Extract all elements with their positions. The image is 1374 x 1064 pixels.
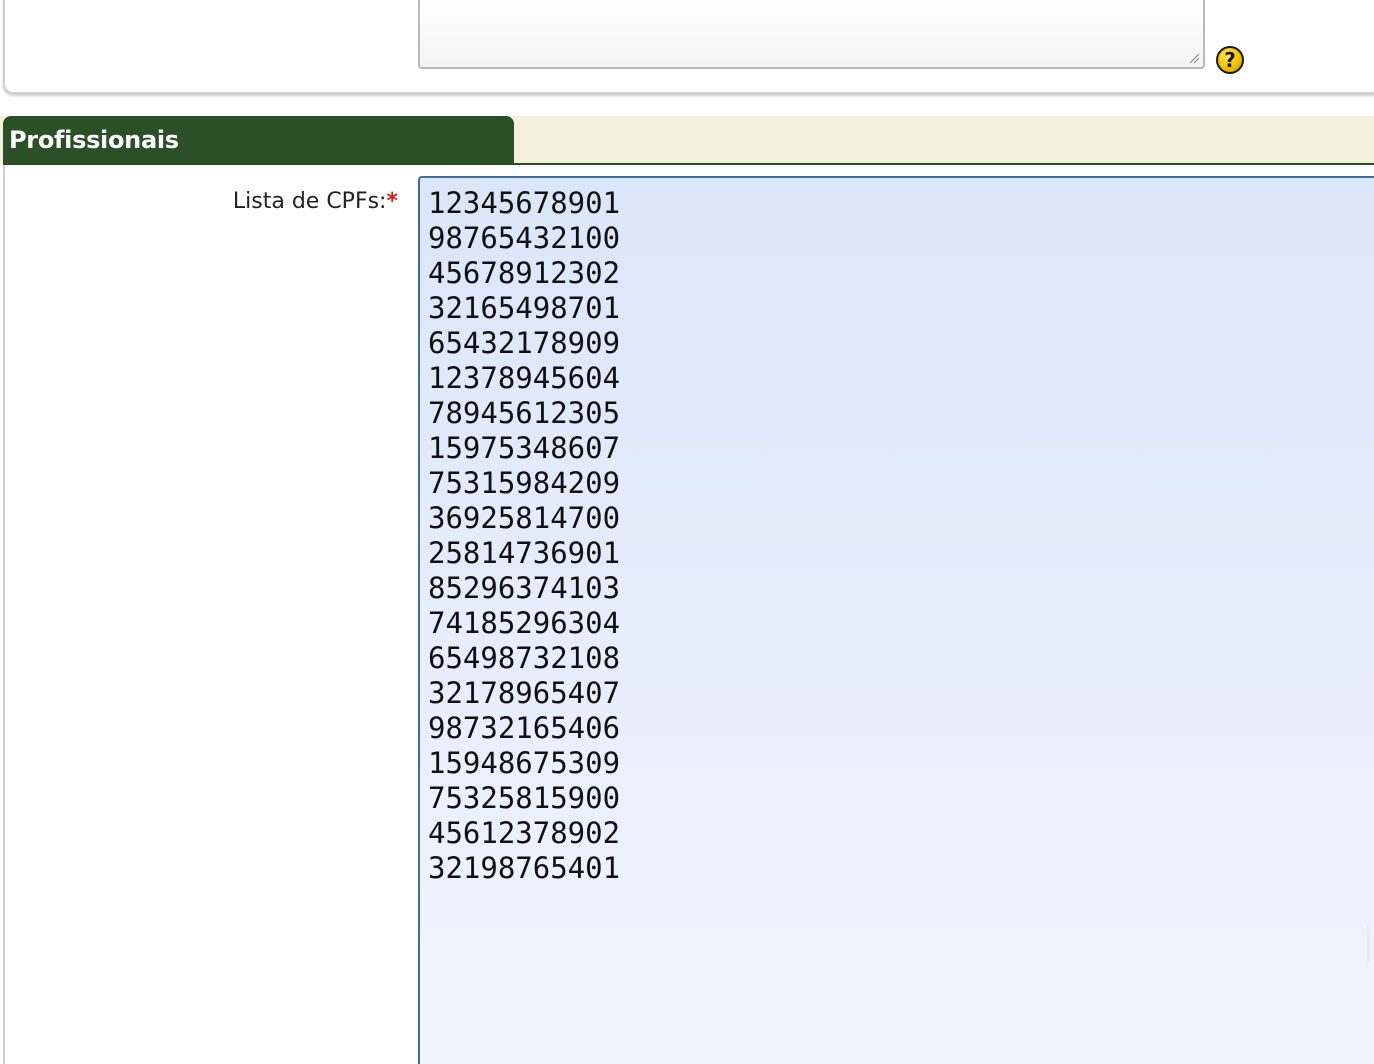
cpf-list-textarea[interactable] bbox=[418, 176, 1374, 1064]
cpf-list-label: Lista de CPFs:* bbox=[233, 187, 398, 217]
resize-grip-icon[interactable] bbox=[1188, 52, 1200, 64]
textarea-edge bbox=[1367, 924, 1370, 962]
required-marker: * bbox=[386, 189, 398, 214]
section-title: Profissionais bbox=[3, 116, 514, 164]
cpf-list-label-text: Lista de CPFs: bbox=[232, 189, 387, 214]
page: ? Profissionais Lista de CPFs:* bbox=[0, 0, 1374, 1064]
help-icon[interactable]: ? bbox=[1216, 46, 1244, 74]
previous-textarea[interactable] bbox=[418, 0, 1205, 69]
